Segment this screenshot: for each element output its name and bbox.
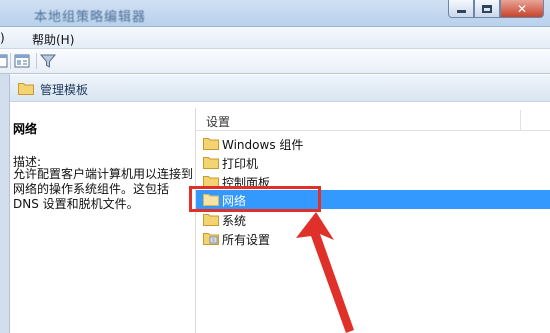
tree-item-label: 所有设置	[222, 233, 271, 247]
settings-header-label: 设置	[206, 115, 231, 129]
tree-item-all-settings[interactable]: 所有设置	[203, 229, 543, 248]
settings-column-header[interactable]: 设置	[196, 108, 550, 131]
close-icon: ✕	[516, 1, 528, 16]
settings-folder-icon	[203, 233, 219, 245]
folder-icon	[203, 214, 219, 226]
selected-node-title: 网络	[13, 122, 38, 136]
window-controls: ✕	[448, 0, 544, 20]
view-icon[interactable]	[0, 53, 8, 69]
navigation-edge	[0, 74, 10, 333]
annotation-highlight-box	[189, 186, 321, 212]
column-divider	[520, 110, 521, 130]
menu-item-view-partial[interactable]: )	[0, 31, 5, 45]
folder-icon	[203, 157, 219, 169]
tree-item-system[interactable]: 系统	[203, 210, 543, 229]
toolbar-separator	[10, 53, 11, 69]
menu-bar: ) 帮助(H)	[0, 27, 550, 49]
settings-tree: 设置 Windows 组件 打印机 控制面板 网络 系统 所有设置	[195, 108, 550, 333]
minimize-icon	[456, 9, 466, 13]
maximize-button[interactable]	[474, 0, 500, 18]
folder-icon	[18, 83, 34, 95]
tree-item-label: 系统	[222, 214, 247, 228]
tree-item-label: Windows 组件	[222, 138, 304, 152]
menu-item-help[interactable]: 帮助(H)	[32, 31, 74, 48]
toolbar-separator	[36, 53, 37, 69]
properties-icon[interactable]	[14, 53, 30, 69]
close-button[interactable]: ✕	[500, 0, 544, 18]
panel-header-title: 管理模板	[40, 83, 89, 97]
minimize-button[interactable]	[448, 0, 474, 18]
filter-icon[interactable]	[40, 53, 56, 69]
maximize-icon	[482, 4, 492, 13]
description-text: 允许配置客户端计算机用以连接到网络的操作系统组件。这包括 DNS 设置和脱机文件…	[13, 167, 194, 211]
window-title: 本地组策略编辑器	[34, 10, 147, 25]
annotation-arrow-icon	[296, 212, 354, 333]
tree-item-windows-components[interactable]: Windows 组件	[203, 134, 543, 153]
title-bar: 本地组策略编辑器 ✕	[0, 0, 550, 27]
panel-header: 管理模板	[10, 75, 550, 102]
folder-icon	[203, 138, 219, 150]
tree-item-label: 打印机	[222, 157, 259, 171]
toolbar	[0, 49, 550, 74]
tree-item-printers[interactable]: 打印机	[203, 153, 543, 172]
